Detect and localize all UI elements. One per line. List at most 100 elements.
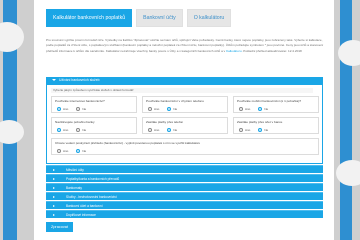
section-header-label: Užívání bankovních služeb [59,78,100,82]
section-additional-info[interactable]: Doplňkové informace [46,210,323,218]
radio-button[interactable] [239,107,243,111]
radio-label: Ne [82,128,87,132]
intro-text: Pro srovnání vyplňte prosím formulář níž… [46,38,324,54]
question-box: Zasíláte platby přes účet v bance Ano Ne [233,117,319,134]
radio-group: Ano Ne [57,128,86,132]
background-stripe [340,0,352,240]
radio-button[interactable] [76,149,81,153]
radio-option-ne[interactable]: Ne [167,107,177,111]
radio-button[interactable] [57,107,61,111]
radio-button[interactable] [258,107,263,111]
radio-label: Ano [63,107,69,111]
question-label: Zasíláte platby přes telefon [146,120,184,124]
question-label: Používáte bankovnictví v chytrém telefon… [146,99,204,103]
radio-label: Ano [154,128,160,132]
background-shape [0,22,24,52]
radio-group: Ano Ne [57,107,86,111]
section-atm[interactable]: Bankomaty [46,183,323,191]
radio-option-ano[interactable]: Ano [57,107,68,111]
radio-label: Ano [63,149,69,153]
question-box: Používáte mobilní bankovnictví (≥ 1 pobo… [233,96,319,113]
section-cashless[interactable]: Služby - bezhotovostní bankovnictví [46,192,323,200]
radio-option-ano[interactable]: Ano [239,128,250,132]
radio-button[interactable] [239,128,243,132]
section-label: Bankovní účet a bankovní [66,204,103,208]
radio-option-ne[interactable]: Ne [76,149,86,153]
radio-label: Ne [264,128,269,132]
radio-button[interactable] [76,107,81,111]
radio-option-ano[interactable]: Ano [57,128,68,132]
calculator-link[interactable]: Kalkulátoru [226,49,241,53]
background-shape [0,120,24,144]
radio-option-ne[interactable]: Ne [76,107,86,111]
radio-option-ano[interactable]: Ano [148,107,159,111]
section-label: Bankomaty [66,186,82,190]
radio-label: Ano [245,128,251,132]
intro-tail: . Pokladní přehled aktualizováno: 12.4.2… [241,48,302,53]
radio-option-ano[interactable]: Ano [239,107,250,111]
chevron-right-icon [53,213,55,216]
radio-label: Ne [82,149,87,153]
radio-group: Ano Ne [239,128,268,132]
tab-bar: Kalkulátor bankovních poplatků Bankovní … [46,9,232,27]
section-label: Poplatky/konta a bankovních převodů [66,177,120,181]
radio-button[interactable] [57,128,61,132]
radio-option-ne[interactable]: Ne [76,128,86,132]
tab-about[interactable]: O kalkulátoru [186,9,232,27]
section-bank-account[interactable]: Bankovní účet a bankovní [46,201,323,209]
question-box: Používáte bankovnictví v chytrém telefon… [142,96,228,113]
main-panel: Kalkulátor bankovních poplatků Bankovní … [34,0,334,240]
radio-label: Ne [264,107,269,111]
section-label: Služby - bezhotovostní bankovnictví [66,195,117,199]
radio-option-ne[interactable]: Ne [258,107,268,111]
tab-calculator[interactable]: Kalkulátor bankovních poplatků [46,9,133,27]
radio-label: Ne [173,107,178,111]
radio-option-ano[interactable]: Ano [148,128,159,132]
question-box: Zasíláte platby přes telefon Ano Ne [142,117,228,134]
radio-button[interactable] [76,128,81,132]
radio-button[interactable] [167,107,172,111]
chevron-right-icon [53,168,55,171]
radio-group: Ano Ne [57,149,86,153]
radio-label: Ano [154,107,160,111]
chevron-right-icon [53,177,55,180]
radio-option-ne[interactable]: Ne [167,128,177,132]
question-label: Používáte internetové bankovnictví? [55,99,105,103]
section-header-usage[interactable]: Užívání bankovních služeb [46,77,323,84]
radio-group: Ano Ne [148,128,177,132]
background-shape [338,40,360,66]
chevron-right-icon [53,186,55,189]
question-label: Používáte mobilní bankovnictví (≥ 1 pobo… [237,99,302,103]
radio-group: Ano Ne [148,107,177,111]
section-transfers[interactable]: Poplatky/konta a bankovních převodů [46,174,323,182]
question-label: Chcete vedení poskytnutí přehledu (banko… [55,141,201,145]
radio-button[interactable] [57,149,61,153]
section-monthly-accounts[interactable]: Měsíční účty [46,165,323,173]
radio-label: Ano [63,128,69,132]
chevron-right-icon [53,204,55,207]
question-label: Navštěvujete pobočku banky [55,120,95,124]
radio-label: Ne [82,107,87,111]
usage-form: Vyberte jakým způsobem využíváte služeb … [46,84,323,164]
radio-label: Ano [245,107,251,111]
tab-bank-accounts[interactable]: Bankovní účty [136,9,183,27]
submit-button[interactable]: Zpracovat [46,222,73,232]
radio-option-ano[interactable]: Ano [57,149,68,153]
question-label: Zasíláte platby přes účet v bance [237,120,283,124]
background-shape [336,160,360,186]
chevron-down-icon [52,79,56,82]
section-subtitle: Vyberte jakým způsobem využíváte služeb … [51,88,313,93]
radio-label: Ne [173,128,178,132]
radio-button[interactable] [148,128,152,132]
chevron-right-icon [53,195,55,198]
question-box: Navštěvujete pobočku banky Ano Ne [51,117,137,134]
question-box: Používáte internetové bankovnictví? Ano … [51,96,137,113]
section-label: Měsíční účty [66,168,84,172]
radio-button[interactable] [167,128,172,132]
section-label: Doplňkové informace [66,213,96,217]
radio-group: Ano Ne [239,107,268,111]
question-box: Chcete vedení poskytnutí přehledu (banko… [51,138,319,155]
radio-option-ne[interactable]: Ne [258,128,268,132]
radio-button[interactable] [148,107,152,111]
radio-button[interactable] [258,128,263,132]
